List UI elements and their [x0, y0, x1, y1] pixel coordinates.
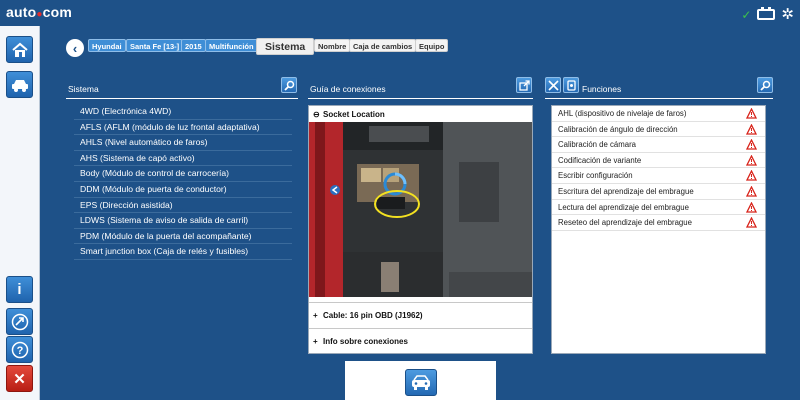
- connected-check-icon: ✓: [741, 7, 752, 22]
- function-label: Calibración de ángulo de dirección: [558, 124, 678, 134]
- list-item[interactable]: Escribir configuración: [552, 168, 765, 184]
- breadcrumb-make[interactable]: Hyundai: [88, 39, 126, 52]
- breadcrumb-equipment[interactable]: Equipo: [415, 39, 449, 52]
- car-icon: [412, 374, 430, 390]
- warning-icon: [746, 154, 757, 166]
- warning-icon: [746, 108, 757, 119]
- breadcrumb-gearbox[interactable]: Caja de cambios: [349, 39, 417, 52]
- svg-text:?: ?: [16, 345, 23, 357]
- funciones-list: AHL (dispositivo de nivelaje de faros) C…: [551, 105, 766, 354]
- list-item[interactable]: LDWS (Sistema de aviso de salida de carr…: [74, 213, 292, 229]
- breadcrumb-year[interactable]: 2015: [181, 39, 206, 52]
- list-item[interactable]: AHS (Sistema de capó activo): [74, 151, 292, 167]
- bottom-tab: [345, 361, 496, 400]
- help-icon[interactable]: ?: [6, 336, 33, 363]
- ecu-icon[interactable]: [563, 77, 579, 93]
- sistema-list: 4WD (Electrónica 4WD) AFLS (AFLM (módulo…: [74, 104, 292, 260]
- list-item[interactable]: AFLS (AFLM (módulo de luz frontal adapta…: [74, 120, 292, 136]
- info-row[interactable]: + Info sobre conexiones: [309, 328, 532, 354]
- cable-row[interactable]: + Cable: 16 pin OBD (J1962): [309, 302, 532, 328]
- close-icon[interactable]: ✕: [6, 365, 33, 392]
- function-label: Reseteo del aprendizaje del embrague: [558, 218, 692, 228]
- list-item[interactable]: Lectura del aprendizaje del embrague: [552, 200, 765, 216]
- vehicle-diagnostics-button[interactable]: [405, 369, 437, 396]
- left-sidebar: i ? ✕: [0, 26, 40, 400]
- warning-icon: [746, 201, 757, 213]
- funciones-divider: [545, 98, 773, 99]
- sistema-divider: [66, 98, 298, 99]
- cable-label: Cable: 16 pin OBD (J1962): [323, 311, 423, 320]
- function-label: AHL (dispositivo de nivelaje de faros): [558, 109, 687, 118]
- info-label: Info sobre conexiones: [323, 337, 408, 346]
- list-item[interactable]: DDM (Módulo de puerta de conductor): [74, 182, 292, 198]
- status-area: ✓ ✲: [741, 7, 794, 22]
- car-connect-icon[interactable]: [6, 71, 33, 98]
- warning-icon: [746, 139, 757, 150]
- guia-divider: [308, 98, 533, 99]
- list-item[interactable]: EPS (Dirección asistida): [74, 198, 292, 214]
- guia-title: Guía de conexiones: [310, 84, 386, 94]
- function-label: Calibración de cámara: [558, 140, 637, 150]
- settings-gear-icon[interactable]: ✲: [781, 7, 794, 22]
- battery-icon: [757, 7, 776, 20]
- plane-icon[interactable]: [6, 308, 33, 335]
- back-button[interactable]: ‹: [66, 39, 84, 57]
- collapse-icon: ⊖: [313, 110, 320, 119]
- socket-location-header[interactable]: ⊖ Socket Location: [309, 106, 532, 123]
- list-item[interactable]: Codificación de variante: [552, 153, 765, 169]
- function-label: Escritura del aprendizaje del embrague: [558, 186, 694, 196]
- external-link-icon[interactable]: [516, 77, 532, 93]
- info-icon[interactable]: i: [6, 276, 33, 303]
- list-item[interactable]: Calibración de ángulo de dirección: [552, 122, 765, 138]
- function-label: Lectura del aprendizaje del embrague: [558, 202, 689, 212]
- warning-icon: [746, 123, 757, 135]
- tools-icon[interactable]: [545, 77, 561, 93]
- expand-icon: +: [313, 337, 318, 346]
- function-label: Escribir configuración: [558, 171, 633, 181]
- funciones-title: Funciones: [582, 84, 622, 94]
- socket-location-label: Socket Location: [323, 110, 385, 119]
- breadcrumb-name[interactable]: Nombre: [314, 39, 351, 52]
- breadcrumb-model[interactable]: Santa Fe [13-]: [126, 39, 184, 52]
- sistema-search-icon[interactable]: [281, 77, 297, 93]
- autocom-logo: auto●com: [6, 4, 72, 20]
- list-item[interactable]: AHLS (Nivel automático de faros): [74, 135, 292, 151]
- warning-icon: [746, 185, 757, 197]
- list-item[interactable]: Calibración de cámara: [552, 137, 765, 153]
- funciones-search-icon[interactable]: [757, 77, 773, 93]
- sistema-title: Sistema: [68, 84, 99, 94]
- breadcrumb-active[interactable]: Sistema: [256, 38, 315, 55]
- home-icon[interactable]: [6, 36, 33, 63]
- list-item[interactable]: Escritura del aprendizaje del embrague: [552, 184, 765, 200]
- function-label: Codificación de variante: [558, 155, 642, 165]
- list-item[interactable]: Body (Módulo de control de carrocería): [74, 166, 292, 182]
- expand-icon: +: [313, 311, 318, 320]
- list-item[interactable]: 4WD (Electrónica 4WD): [74, 104, 292, 120]
- connection-guide-panel: ⊖ Socket Location + Cable: 16 pin OBD (J19…: [308, 105, 533, 354]
- list-item[interactable]: AHL (dispositivo de nivelaje de faros): [552, 106, 765, 122]
- warning-icon: [746, 217, 757, 228]
- list-item[interactable]: Smart junction box (Caja de relés y fusi…: [74, 244, 292, 260]
- warning-icon: [746, 170, 757, 182]
- list-item[interactable]: Reseteo del aprendizaje del embrague: [552, 215, 765, 231]
- list-item[interactable]: PDM (Módulo de la puerta del acompañante…: [74, 229, 292, 245]
- breadcrumb-type[interactable]: Multifunción: [205, 39, 258, 52]
- socket-location-photo: [309, 122, 532, 297]
